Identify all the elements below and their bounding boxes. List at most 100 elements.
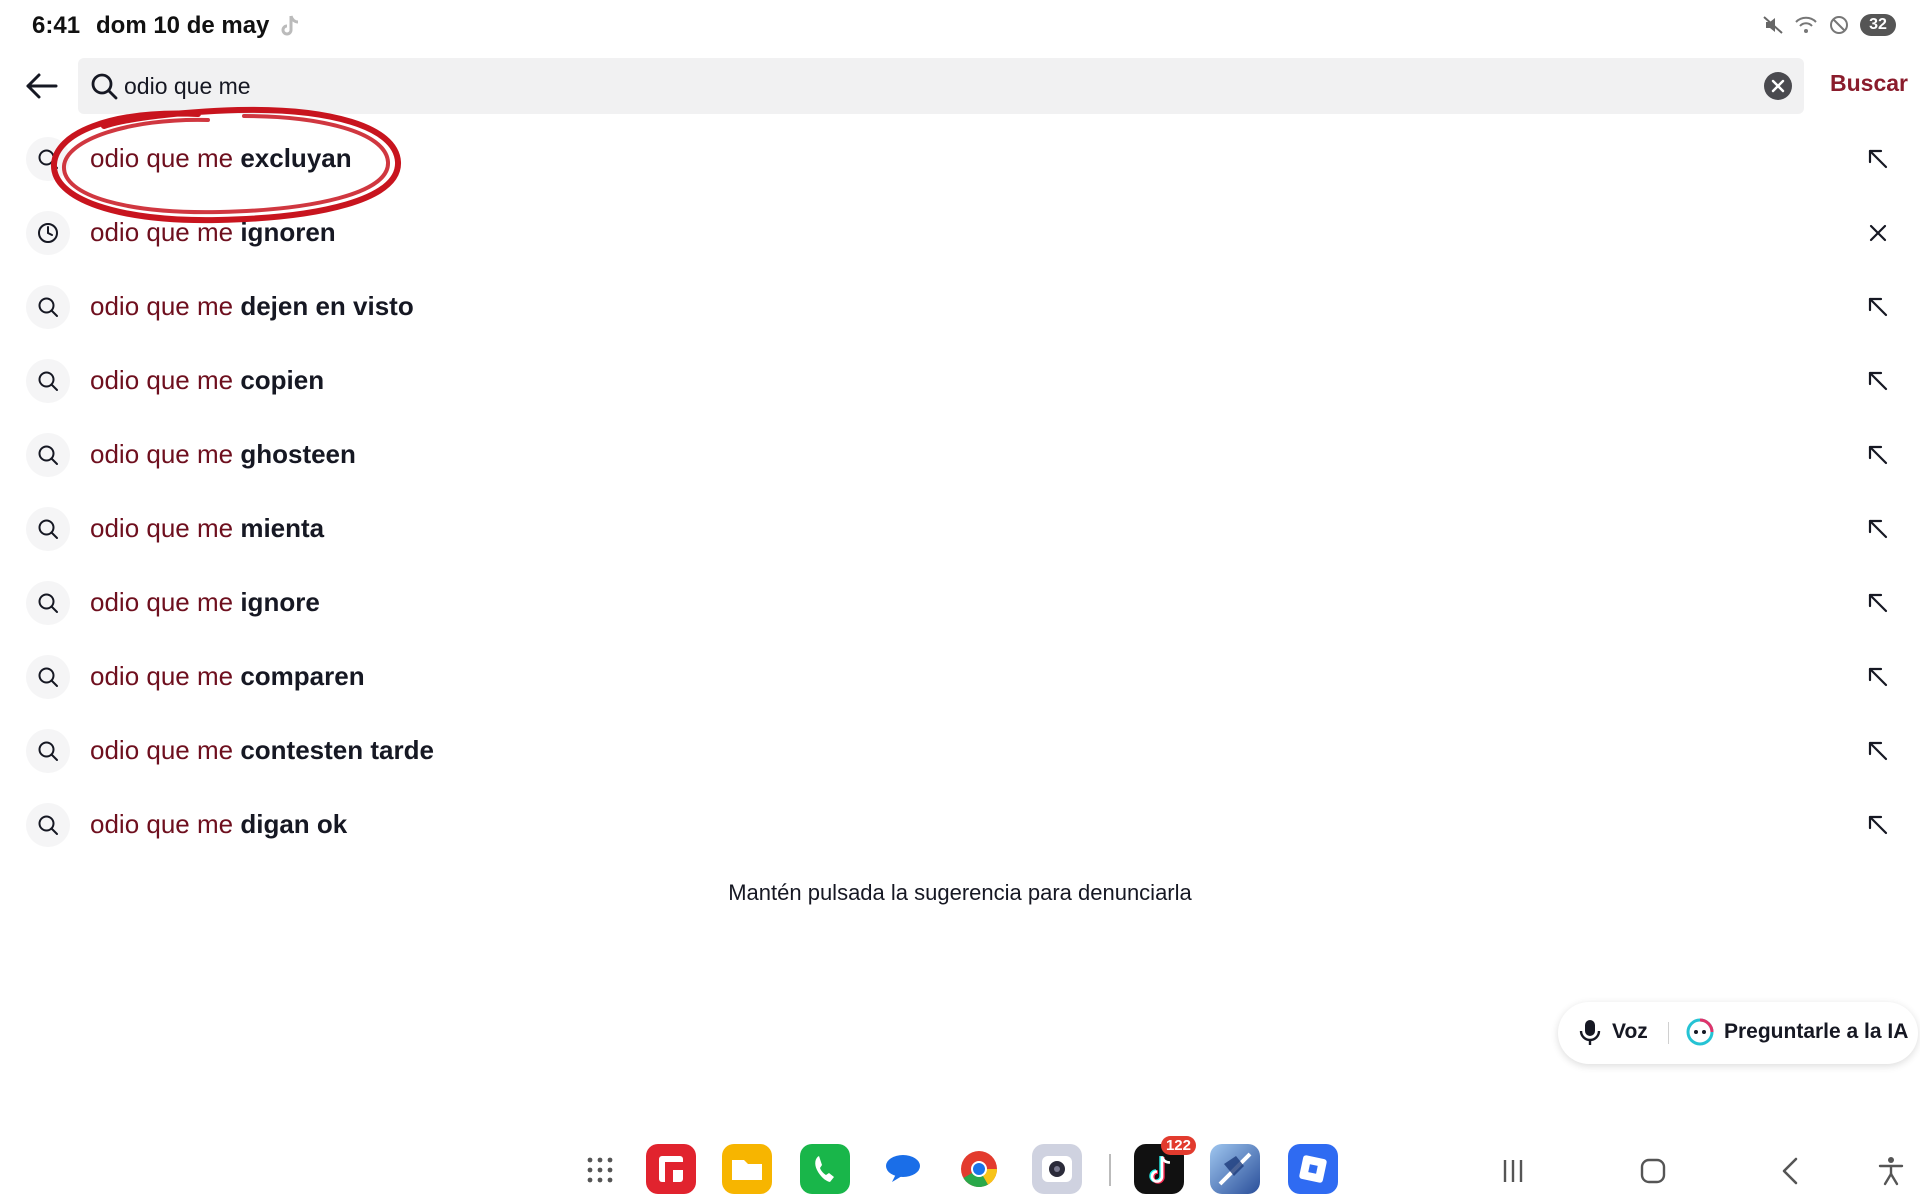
dnd-icon — [1830, 16, 1848, 34]
suggestion-icon-wrap — [26, 507, 70, 551]
suggestion-item[interactable]: odio que me digan ok — [0, 790, 1920, 860]
back-nav-icon[interactable] — [1774, 1154, 1808, 1188]
roblox-app-icon[interactable] — [1288, 1144, 1338, 1194]
suggestion-prefix: odio que me — [90, 439, 234, 469]
chat-bubble-icon — [886, 1155, 920, 1182]
search-icon — [38, 445, 58, 465]
suggestion-prefix: odio que me — [90, 661, 234, 691]
status-time: 6:41 — [32, 12, 81, 39]
suggestion-completion: dejen en visto — [233, 291, 414, 321]
suggestion-icon-wrap — [26, 729, 70, 773]
suggestion-icon-wrap — [26, 803, 70, 847]
bottom-navigation-bar: 122 — [0, 1136, 1920, 1200]
roblox-logo-icon — [1299, 1155, 1327, 1183]
report-hint-text: Mantén pulsada la sugerencia para denunc… — [728, 880, 1192, 905]
suggestion-item[interactable]: odio que me excluyan — [0, 124, 1920, 194]
suggestion-item[interactable]: odio que me copien — [0, 346, 1920, 416]
search-input[interactable] — [124, 58, 1724, 114]
suggestion-prefix: odio que me — [90, 291, 234, 321]
suggestion-item[interactable]: odio que me mienta — [0, 494, 1920, 564]
arrow-up-left-icon[interactable] — [1862, 365, 1894, 397]
tiktok-app-icon[interactable]: 122 — [1134, 1136, 1196, 1194]
search-submit-button[interactable]: Buscar — [1830, 70, 1908, 97]
arrow-up-left-icon[interactable] — [1862, 291, 1894, 323]
folder-icon — [732, 1160, 762, 1180]
search-icon — [38, 815, 58, 835]
wifi-icon — [1795, 16, 1817, 33]
suggestion-prefix: odio que me — [90, 809, 234, 839]
voice-search-button[interactable]: Voz — [1578, 1018, 1648, 1046]
suggestion-text: odio que me ignore — [90, 587, 320, 618]
suggestion-completion: copien — [233, 365, 325, 395]
suggestion-prefix: odio que me — [90, 217, 234, 247]
home-icon[interactable] — [1636, 1154, 1670, 1188]
suggestion-completion: ignoren — [233, 217, 336, 247]
suggestion-text: odio que me ghosteen — [90, 439, 356, 470]
suggestion-item[interactable]: odio que me ignore — [0, 568, 1920, 638]
game-character-icon — [1218, 1152, 1252, 1186]
suggestion-prefix: odio que me — [90, 143, 234, 173]
phone-app-icon[interactable] — [800, 1144, 850, 1194]
recent-apps-icon[interactable] — [1496, 1154, 1530, 1188]
ai-assistant-icon — [1686, 1018, 1714, 1046]
flipboard-app-icon[interactable] — [646, 1144, 696, 1194]
suggestion-item[interactable]: odio que me comparen — [0, 642, 1920, 712]
suggestion-text: odio que me ignoren — [90, 217, 336, 248]
arrow-up-left-icon[interactable] — [1862, 809, 1894, 841]
status-bar: 6:41 dom 10 de may 32 — [0, 0, 1920, 52]
search-icon — [38, 519, 58, 539]
camera-app-icon[interactable] — [1032, 1144, 1082, 1194]
search-icon — [38, 297, 58, 317]
suggestion-icon-wrap — [26, 581, 70, 625]
arrow-up-left-icon[interactable] — [1862, 661, 1894, 693]
suggestion-text: odio que me mienta — [90, 513, 324, 544]
suggestion-icon-wrap — [26, 137, 70, 181]
suggestion-text: odio que me digan ok — [90, 809, 347, 840]
messages-app-icon[interactable] — [878, 1144, 928, 1194]
ai-label: Preguntarle a la IA — [1724, 1020, 1909, 1043]
search-box — [78, 58, 1804, 114]
clear-search-button[interactable] — [1764, 72, 1792, 100]
suggestion-prefix: odio que me — [90, 365, 234, 395]
pill-divider — [1668, 1022, 1669, 1044]
arrow-up-left-icon[interactable] — [1862, 513, 1894, 545]
arrow-up-left-icon[interactable] — [1862, 587, 1894, 619]
arrow-up-left-icon[interactable] — [1862, 143, 1894, 175]
close-icon[interactable] — [1862, 217, 1894, 249]
suggestion-icon-wrap — [26, 655, 70, 699]
suggestion-text: odio que me dejen en visto — [90, 291, 414, 322]
phone-icon — [815, 1156, 834, 1182]
microphone-icon — [1579, 1020, 1601, 1045]
app-drawer-icon[interactable] — [584, 1154, 616, 1186]
suggestion-icon-wrap — [26, 285, 70, 329]
files-app-icon[interactable] — [722, 1144, 772, 1194]
arrow-up-left-icon[interactable] — [1862, 735, 1894, 767]
tiktok-notification-icon — [281, 15, 299, 36]
suggestion-prefix: odio que me — [90, 513, 234, 543]
voice-ai-pill: Voz Preguntarle a la IA — [1558, 1002, 1918, 1064]
suggestion-text: odio que me copien — [90, 365, 324, 396]
suggestion-icon-wrap — [26, 211, 70, 255]
suggestion-item[interactable]: odio que me dejen en visto — [0, 272, 1920, 342]
suggestion-completion: ignore — [233, 587, 320, 617]
suggestion-item[interactable]: odio que me ignoren — [0, 198, 1920, 268]
ask-ai-button[interactable]: Preguntarle a la IA — [1686, 1018, 1908, 1046]
search-icon — [38, 149, 58, 169]
suggestion-completion: digan ok — [233, 809, 348, 839]
accessibility-icon[interactable] — [1874, 1154, 1908, 1188]
suggestion-prefix: odio que me — [90, 587, 234, 617]
suggestion-completion: comparen — [233, 661, 365, 691]
back-arrow-icon[interactable] — [22, 66, 62, 106]
suggestion-item[interactable]: odio que me ghosteen — [0, 420, 1920, 490]
search-header: Buscar — [0, 58, 1920, 114]
mute-icon — [1763, 16, 1783, 34]
suggestion-text: odio que me excluyan — [90, 143, 352, 174]
search-icon — [38, 667, 58, 687]
search-icon — [38, 741, 58, 761]
suggestion-item[interactable]: odio que me contesten tarde — [0, 716, 1920, 786]
close-icon — [1771, 79, 1785, 93]
arrow-up-left-icon[interactable] — [1862, 439, 1894, 471]
game-app-icon[interactable] — [1210, 1144, 1260, 1194]
chrome-app-icon[interactable] — [954, 1144, 1004, 1194]
search-icon — [38, 371, 58, 391]
